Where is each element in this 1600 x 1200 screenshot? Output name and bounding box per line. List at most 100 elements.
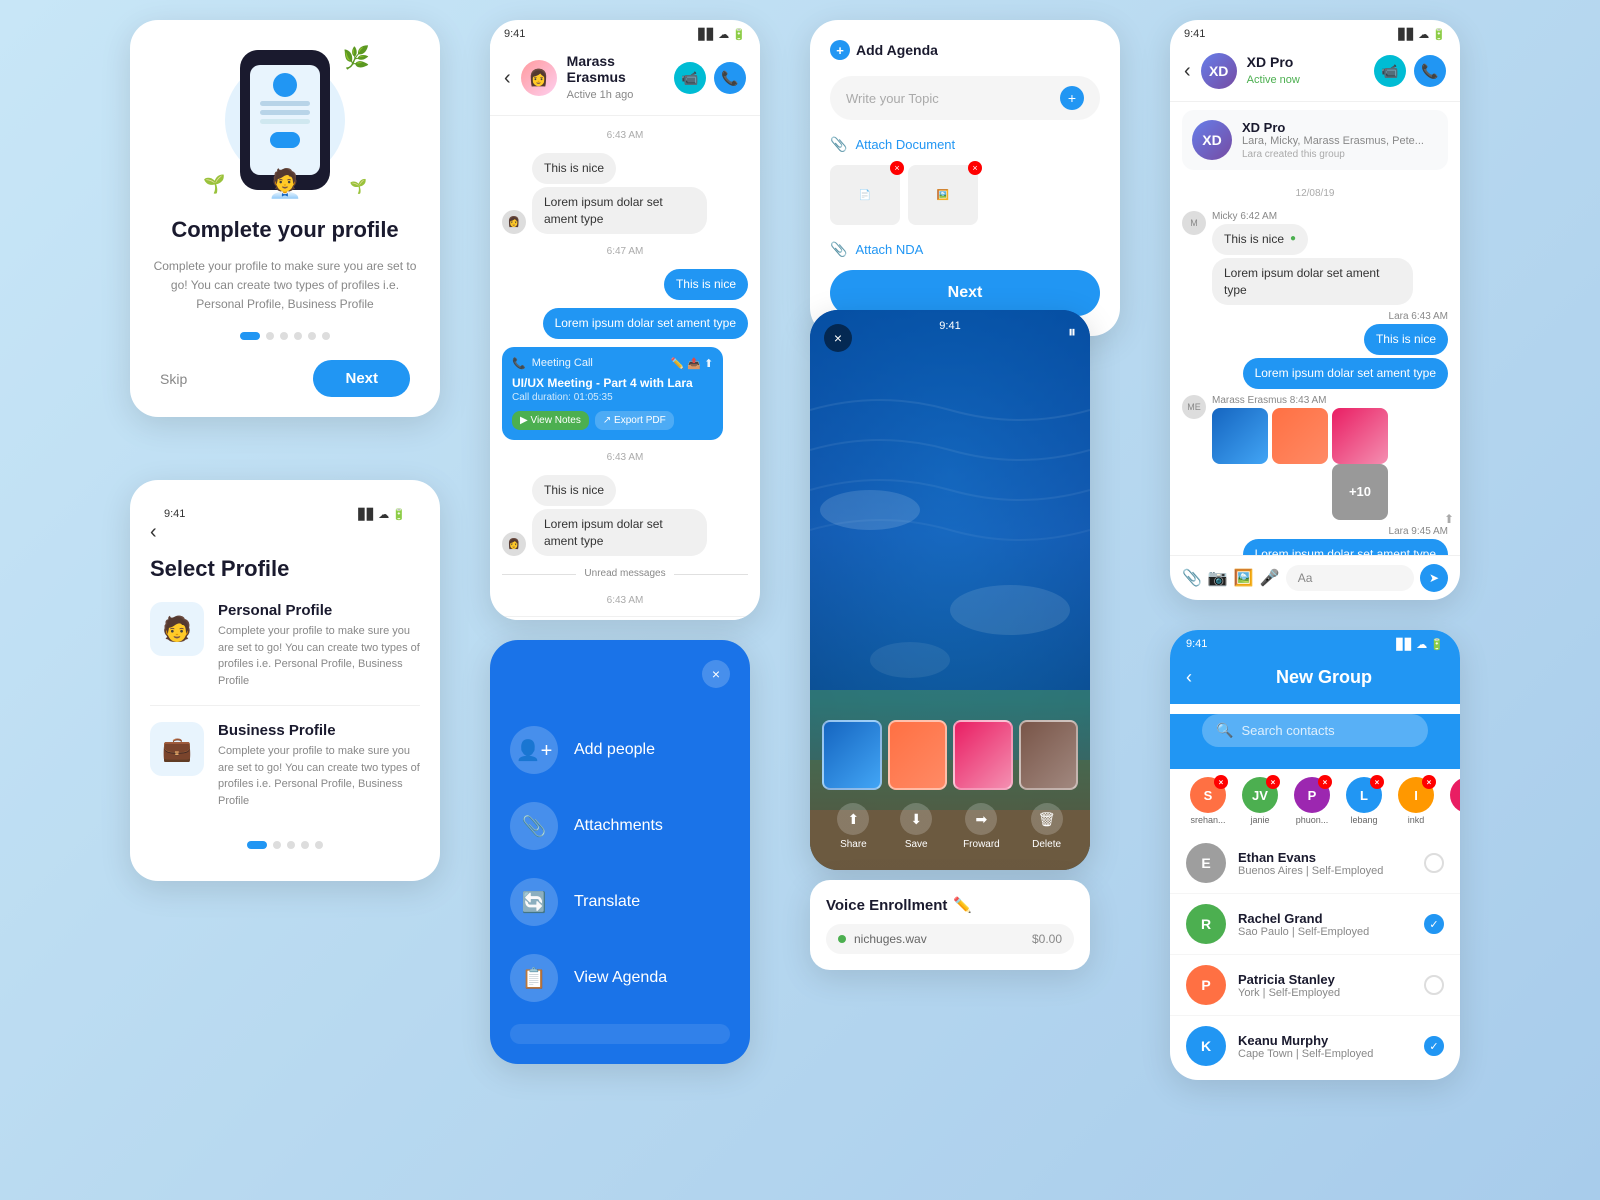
group-chat-header: ‹ XD XD Pro Active now 📹 📞: [1170, 41, 1460, 102]
gc-status-bar: 9:41 ▊▊ ☁ 🔋: [1170, 20, 1460, 41]
dot2-4: [301, 841, 309, 849]
export-pdf-button[interactable]: ↗ Export PDF: [595, 411, 674, 430]
delete-button[interactable]: 🗑 Delete: [1031, 803, 1063, 850]
chat-messages-list: 6:43 AM 👩 This is nice Lorem ipsum dolar…: [490, 116, 760, 616]
gc-camera-icon[interactable]: 📷: [1208, 568, 1228, 588]
gc-msg-micky: M Micky 6:42 AM This is nice ● Lorem ips…: [1182, 211, 1448, 305]
add-people-action[interactable]: 👤+ Add people: [510, 712, 730, 788]
ng-remove-lebang[interactable]: ×: [1370, 775, 1384, 789]
gc-msg-lara-2: Lara 9:45 AM Lorem ipsum dolar set ament…: [1182, 526, 1448, 555]
doc-thumb-2: 🖼️ ×: [908, 165, 978, 225]
forward-button[interactable]: ➡ Froward: [963, 803, 1000, 850]
ng-check-patricia[interactable]: [1424, 975, 1444, 995]
gc-attachment-icon[interactable]: 📎: [1182, 568, 1202, 588]
doc-remove-2[interactable]: ×: [968, 161, 982, 175]
attach-document-label: Attach Document: [855, 137, 955, 152]
ng-search-placeholder: Search contacts: [1241, 723, 1334, 738]
chat-input-bar: 📎 📷 🖼️ 🎤 Aa ➤: [490, 616, 760, 620]
voice-call-button[interactable]: 📞: [714, 62, 746, 94]
skip-button[interactable]: Skip: [160, 371, 187, 387]
gc-image-icon[interactable]: 🖼️: [1234, 568, 1254, 588]
ocean-thumb-3[interactable]: [953, 720, 1013, 790]
view-agenda-label: View Agenda: [574, 969, 667, 987]
time-label-3: 6:43 AM: [502, 452, 748, 463]
ocean-thumb-1[interactable]: [822, 720, 882, 790]
ng-loc-keanu: Cape Town | Self-Employed: [1238, 1048, 1373, 1060]
ng-remove-inkd[interactable]: ×: [1422, 775, 1436, 789]
progress-dots: [150, 332, 420, 340]
save-label: Save: [905, 839, 928, 850]
ocean-thumb-2[interactable]: [888, 720, 948, 790]
doc-remove-1[interactable]: ×: [890, 161, 904, 175]
group-info-text: XD Pro Lara, Micky, Marass Erasmus, Pete…: [1242, 120, 1424, 160]
ng-contact-rachel[interactable]: R Rachel Grand Sao Paulo | Self-Employed…: [1170, 894, 1460, 955]
profile-illustration: 🧑‍💼 🌿 🌱 🌱: [195, 40, 375, 200]
gc-mic-icon[interactable]: 🎤: [1260, 568, 1280, 588]
msg-received-4: Lorem ipsum dolar set ament type: [532, 509, 707, 557]
topic-input-row[interactable]: Write your Topic +: [830, 76, 1100, 120]
media-controls[interactable]: ⏸: [1068, 324, 1076, 342]
add-people-label: Add people: [574, 741, 655, 759]
voice-enrollment-card: Voice Enrollment ✏️ nichuges.wav $0.00: [810, 880, 1090, 970]
share-button[interactable]: ⬆ Share: [837, 803, 869, 850]
ng-selected-contacts-row: S × srehan... JV × janie P × phuon... L …: [1170, 769, 1460, 829]
ng-avatar-lebang: L ×: [1346, 777, 1382, 813]
attach-nda-row[interactable]: 📎 Attach NDA: [830, 241, 1100, 258]
share-icon: ⬆: [837, 803, 869, 835]
back-button[interactable]: ‹: [150, 521, 420, 544]
gc-video-button[interactable]: 📹: [1374, 55, 1406, 87]
attach-document-row[interactable]: 📎 Attach Document: [830, 136, 1100, 153]
dot-1: [240, 332, 260, 340]
personal-profile-option[interactable]: 🧑 Personal Profile Complete your profile…: [150, 602, 420, 706]
ng-selected-phuon: P × phuon...: [1290, 777, 1334, 825]
ng-name-srehan: srehan...: [1190, 815, 1225, 825]
ng-remove-janie[interactable]: ×: [1266, 775, 1280, 789]
progress-dots-2: [150, 841, 420, 849]
ng-remove-phuon[interactable]: ×: [1318, 775, 1332, 789]
view-agenda-action[interactable]: 📋 View Agenda: [510, 940, 730, 1016]
chat-back-button[interactable]: ‹: [504, 67, 511, 90]
ng-contact-patricia[interactable]: P Patricia Stanley York | Self-Employed: [1170, 955, 1460, 1016]
edit-icon[interactable]: ✏️: [953, 896, 972, 914]
share-icon-small[interactable]: ⬆: [1444, 512, 1454, 526]
ng-back-button[interactable]: ‹: [1186, 667, 1192, 688]
chat-contact-name: Marass Erasmus: [567, 53, 664, 85]
gc-input-field[interactable]: Aa: [1286, 565, 1414, 591]
ng-name-patricia: Patricia Stanley: [1238, 972, 1340, 987]
ng-info-patricia: Patricia Stanley York | Self-Employed: [1238, 972, 1340, 999]
ng-check-keanu[interactable]: ✓: [1424, 1036, 1444, 1056]
attachments-action[interactable]: 📎 Attachments: [510, 788, 730, 864]
ng-contact-ethan[interactable]: E Ethan Evans Buenos Aires | Self-Employ…: [1170, 833, 1460, 894]
view-agenda-icon: 📋: [510, 954, 558, 1002]
add-agenda-icon[interactable]: +: [830, 40, 850, 60]
gc-send-button[interactable]: ➤: [1420, 564, 1448, 592]
translate-action[interactable]: 🔄 Translate: [510, 864, 730, 940]
ng-avatar-keanu: K: [1186, 1026, 1226, 1066]
ng-search-bar[interactable]: 🔍 Search contacts: [1202, 714, 1428, 747]
actions-close-button[interactable]: ×: [702, 660, 730, 688]
ng-status-icons: ▊▊ ☁ 🔋: [1396, 638, 1444, 651]
next-button[interactable]: Next: [313, 360, 410, 397]
voice-price: $0.00: [1032, 932, 1062, 946]
gc-msg-marass: ME Marass Erasmus 8:43 AM +10 ⬆: [1182, 395, 1448, 520]
ng-remove-srehan[interactable]: ×: [1214, 775, 1228, 789]
business-profile-option[interactable]: 💼 Business Profile Complete your profile…: [150, 722, 420, 825]
add-agenda-row: + Add Agenda: [830, 40, 1100, 60]
chat-name-block: Marass Erasmus Active 1h ago: [567, 53, 664, 103]
gc-call-button[interactable]: 📞: [1414, 55, 1446, 87]
ocean-thumb-4[interactable]: [1019, 720, 1079, 790]
gc-back-button[interactable]: ‹: [1184, 60, 1191, 83]
unread-label: Unread messages: [576, 568, 673, 579]
ocean-close-button[interactable]: ×: [824, 324, 852, 352]
save-button[interactable]: ⬇ Save: [900, 803, 932, 850]
ng-avatar-ethan: E: [1186, 843, 1226, 883]
video-call-button[interactable]: 📹: [674, 62, 706, 94]
chat-status-icons: ▊▊ ☁ 🔋: [698, 28, 746, 41]
ng-check-rachel[interactable]: ✓: [1424, 914, 1444, 934]
ng-contact-keanu[interactable]: K Keanu Murphy Cape Town | Self-Employed…: [1170, 1016, 1460, 1076]
attachments-icon: 📎: [510, 802, 558, 850]
ng-check-ethan[interactable]: [1424, 853, 1444, 873]
view-notes-button[interactable]: ▶ View Notes: [512, 411, 589, 430]
personal-profile-icon: 🧑: [150, 602, 204, 656]
topic-add-button[interactable]: +: [1060, 86, 1084, 110]
